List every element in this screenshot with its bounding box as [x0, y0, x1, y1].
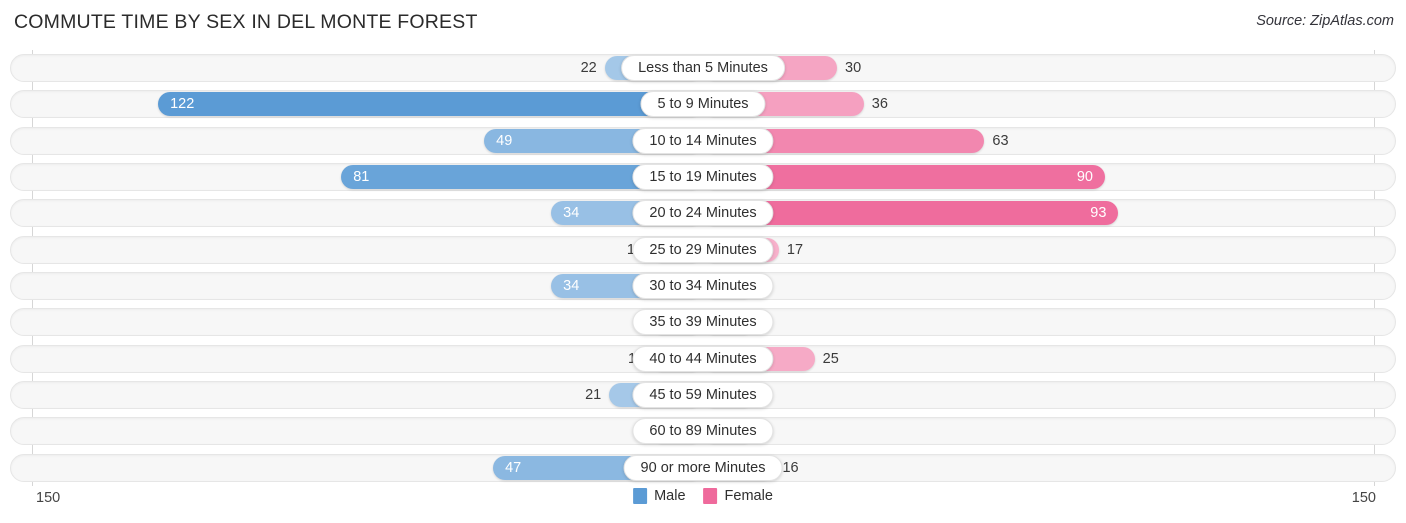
bar-row: 122 36 5 to 9 Minutes [0, 86, 1406, 122]
legend-item-female[interactable]: Female [703, 488, 773, 504]
axis-tick-right: 150 [1351, 490, 1376, 506]
female-half: 93 [703, 201, 1373, 226]
female-value-label: 63 [992, 132, 1009, 149]
female-half: 16 [703, 455, 1373, 480]
bar-row: 49 63 10 to 14 Minutes [0, 123, 1406, 159]
category-label: 20 to 24 Minutes [632, 200, 774, 227]
bar-row: 0060 to 89 Minutes [0, 413, 1406, 449]
female-value-label: 17 [786, 241, 804, 258]
male-half: 11 [33, 346, 703, 371]
category-label: 10 to 14 Minutes [632, 127, 774, 154]
bar-row: 10 17 25 to 29 Minutes [0, 232, 1406, 268]
bar-row: 34 93 20 to 24 Minutes [0, 195, 1406, 231]
male-half: 49 [33, 128, 703, 153]
male-half: 22 [33, 56, 703, 81]
category-label: 15 to 19 Minutes [632, 164, 774, 191]
male-value-label: 34 [563, 278, 580, 295]
category-label: 35 to 39 Minutes [632, 309, 774, 336]
female-value-label: 30 [845, 60, 862, 77]
bar-row: 8135 to 39 Minutes [0, 304, 1406, 340]
legend-label-male: Male [654, 488, 686, 504]
male-value-label: 122 [170, 96, 195, 113]
male-half: 34 [33, 274, 703, 299]
category-label: 60 to 89 Minutes [632, 418, 774, 445]
female-half: 63 [703, 128, 1373, 153]
male-value-label: 21 [585, 387, 602, 404]
category-label: 25 to 29 Minutes [632, 236, 774, 263]
female-half: 17 [703, 237, 1373, 262]
category-label: 5 to 9 Minutes [640, 91, 766, 118]
source-attribution: Source: ZipAtlas.com [1256, 13, 1394, 29]
female-half: 3 [703, 274, 1373, 299]
chart-footer: 150 150 Male Female [0, 486, 1406, 523]
male-half: 10 [33, 237, 703, 262]
bar-row: 47 16 90 or more Minutes [0, 450, 1406, 486]
male-value-label: 47 [505, 459, 522, 476]
male-half: 47 [33, 455, 703, 480]
male-half: 21 [33, 383, 703, 408]
male-value-label: 49 [496, 132, 513, 149]
female-half: 25 [703, 346, 1373, 371]
female-half: 30 [703, 56, 1373, 81]
page-title: COMMUTE TIME BY SEX IN DEL MONTE FOREST [14, 11, 478, 33]
female-value-label: 25 [822, 350, 839, 367]
legend-item-male[interactable]: Male [633, 488, 686, 504]
legend-swatch-male-icon [633, 488, 648, 504]
male-half: 0 [33, 419, 703, 444]
female-value-label: 16 [782, 459, 799, 476]
male-value-label: 81 [353, 169, 370, 186]
female-half: 2 [703, 383, 1373, 408]
bar-row: 34 330 to 34 Minutes [0, 268, 1406, 304]
male-half: 8 [33, 310, 703, 335]
male-bar[interactable]: 122 [158, 92, 703, 117]
female-value-label: 90 [1076, 169, 1093, 186]
female-half: 36 [703, 92, 1373, 117]
bar-row: 81 90 15 to 19 Minutes [0, 159, 1406, 195]
legend: Male Female [633, 488, 773, 504]
female-value-label: 93 [1090, 205, 1107, 222]
category-label: Less than 5 Minutes [621, 55, 785, 82]
chart-header: COMMUTE TIME BY SEX IN DEL MONTE FOREST … [0, 0, 1406, 46]
bar-row: 11 25 40 to 44 Minutes [0, 341, 1406, 377]
chart-root: COMMUTE TIME BY SEX IN DEL MONTE FOREST … [0, 0, 1406, 523]
female-half: 90 [703, 165, 1373, 190]
male-value-label: 22 [580, 60, 597, 77]
category-label: 90 or more Minutes [623, 454, 783, 481]
bar-row: 21 245 to 59 Minutes [0, 377, 1406, 413]
legend-label-female: Female [724, 488, 773, 504]
female-half: 1 [703, 310, 1373, 335]
legend-swatch-female-icon [703, 488, 718, 504]
female-half: 0 [703, 419, 1373, 444]
male-half: 122 [33, 92, 703, 117]
category-label: 30 to 34 Minutes [632, 273, 774, 300]
male-half: 34 [33, 201, 703, 226]
plot-area: 22 30 Less than 5 Minutes 122 36 5 to 9 Minut… [0, 50, 1406, 486]
male-half: 81 [33, 165, 703, 190]
axis-tick-left: 150 [36, 490, 61, 506]
bar-rows: 22 30 Less than 5 Minutes 122 36 5 to 9 Minut… [0, 50, 1406, 486]
bar-row: 22 30 Less than 5 Minutes [0, 50, 1406, 86]
category-label: 40 to 44 Minutes [632, 345, 774, 372]
male-value-label: 34 [563, 205, 580, 222]
category-label: 45 to 59 Minutes [632, 382, 774, 409]
female-value-label: 36 [871, 96, 888, 113]
